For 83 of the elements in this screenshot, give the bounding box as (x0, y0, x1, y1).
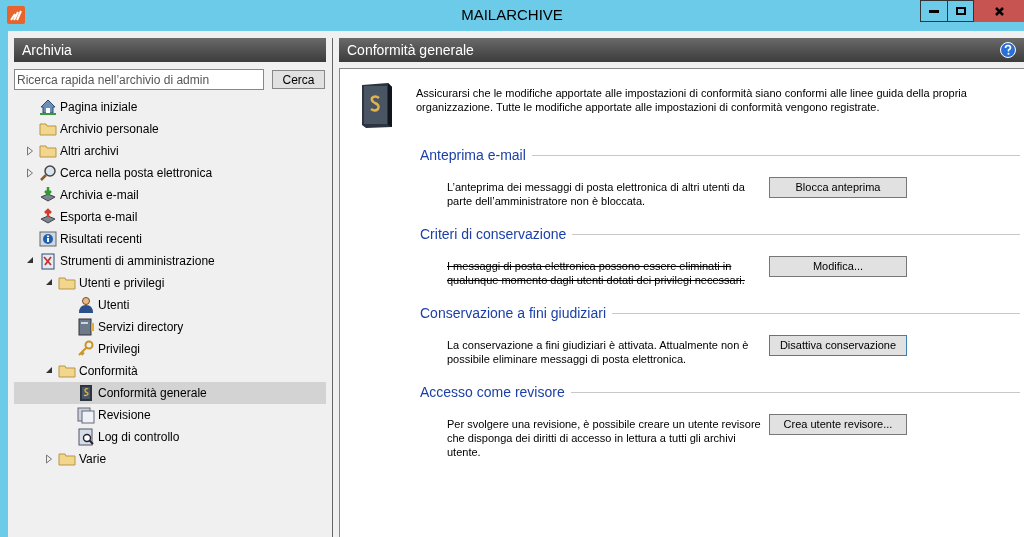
folder-icon (39, 120, 57, 138)
info-icon (39, 230, 57, 248)
inbox-up-arrow-icon (39, 208, 57, 226)
action-button[interactable]: Disattiva conservazione (769, 335, 907, 356)
section-heading: Accesso come revisore (420, 383, 565, 402)
tree-item-label: Archivia e-mail (60, 187, 139, 204)
inbox-down-arrow-icon (39, 186, 57, 204)
tree-item-label: Revisione (98, 407, 151, 424)
tree-item-label: Conformità generale (98, 385, 207, 402)
folder-icon (58, 274, 76, 292)
tree-item-label: Servizi directory (98, 319, 184, 336)
tree-item[interactable]: Privilegi (14, 338, 326, 360)
key-icon (77, 340, 95, 358)
intro-text: Assicurarsi che le modifiche apportate alle impostazioni di conformità siano conformi alle linee guida della propria organizzazione. Tutte le modifiche apportate alle impostazioni di conformità vengono registrate. (416, 86, 968, 115)
collapse-icon[interactable] (26, 256, 34, 264)
section-description: L’anteprima dei messaggi di posta elettronica di altri utenti da parte dell’amministratore non è bloccata. (447, 180, 746, 208)
tree-item-label: Pagina iniziale (60, 99, 138, 116)
expand-icon[interactable] (26, 146, 34, 156)
help-icon[interactable] (1000, 42, 1016, 58)
tree-item-label: Varie (79, 451, 107, 468)
action-button[interactable]: Modifica... (769, 256, 907, 277)
panel-title: Conformità generale (347, 40, 474, 60)
tree-item-label: Conformità (79, 363, 138, 380)
user-icon (77, 296, 95, 314)
section-description: I messaggi di posta elettronica possono essere eliminati in qualunque momento dagli utenti dotati dei privilegi necessari. (447, 259, 746, 287)
section-description: Per svolgere una revisione, è possibile creare un utente revisore che disponga dei diritti di accesso in lettura a tutti gli archivi utente. (447, 417, 762, 459)
tree-item-label: Utenti (98, 297, 130, 314)
tree-item[interactable]: Varie (14, 448, 326, 470)
close-icon (994, 6, 1004, 16)
app-logo-icon (7, 6, 25, 24)
tree-item[interactable]: Archivio personale (14, 118, 326, 140)
folder-icon (58, 362, 76, 380)
tree-item-label: Strumenti di amministrazione (60, 253, 215, 270)
section-heading: Conservazione a fini giudiziari (420, 304, 606, 323)
tree-item[interactable]: Archivia e-mail (14, 184, 326, 206)
tree-item[interactable]: Esporta e-mail (14, 206, 326, 228)
action-button[interactable]: Crea utente revisore... (769, 414, 907, 435)
expand-icon[interactable] (26, 168, 34, 178)
window-title: MAILARCHIVE (461, 5, 563, 26)
law-book-icon (77, 384, 95, 402)
tree-item[interactable]: Utenti (14, 294, 326, 316)
section-description: La conservazione a fini giudiziari è attivata. Attualmente non è possibile eliminare messaggi di posta elettronica. (447, 338, 750, 366)
minimize-icon (929, 9, 939, 13)
tree-item-label: Archivio personale (60, 121, 159, 138)
tree-item[interactable]: Conformità (14, 360, 326, 382)
tree-item-label: Altri archivi (60, 143, 119, 160)
tree-item[interactable]: Revisione (14, 404, 326, 426)
server-book-icon (77, 318, 95, 336)
minimize-button[interactable] (920, 0, 948, 22)
expand-icon[interactable] (45, 454, 53, 464)
maximize-icon (955, 7, 966, 15)
tree-item-label: Utenti e privilegi (79, 275, 165, 292)
tree-item[interactable]: Risultati recenti (14, 228, 326, 250)
tree-item-label: Cerca nella posta elettronica (60, 165, 213, 182)
maximize-button[interactable] (948, 0, 974, 22)
tree-item[interactable]: Cerca nella posta elettronica (14, 162, 326, 184)
section-heading: Anteprima e-mail (420, 146, 526, 165)
collapse-icon[interactable] (45, 366, 53, 374)
tree-item[interactable]: Strumenti di amministrazione (14, 250, 326, 272)
folder-icon (39, 142, 57, 160)
tree-item-label: Log di controllo (98, 429, 180, 446)
folder-icon (58, 450, 76, 468)
collapse-icon[interactable] (45, 278, 53, 286)
tree-item[interactable]: Log di controllo (14, 426, 326, 448)
close-button[interactable] (974, 0, 1024, 22)
tree-item[interactable]: Pagina iniziale (14, 96, 326, 118)
section-heading: Criteri di conservazione (420, 225, 567, 244)
tree-item[interactable]: Servizi directory (14, 316, 326, 338)
tree-item[interactable]: Conformità generale (14, 382, 326, 404)
search-button[interactable]: Cerca (272, 70, 325, 89)
search-icon (39, 164, 57, 182)
tree-item-label: Esporta e-mail (60, 209, 138, 226)
action-button[interactable]: Blocca anteprima (769, 177, 907, 198)
document-stack-icon (77, 406, 95, 424)
house-icon (39, 98, 57, 116)
tree-item[interactable]: Altri archivi (14, 140, 326, 162)
tree-item-label: Risultati recenti (60, 231, 143, 248)
panel-header: Archivia (14, 38, 326, 62)
search-field[interactable]: Ricerca rapida nell’archivio di admin (14, 69, 264, 90)
log-search-icon (77, 428, 95, 446)
tree-item-label: Privilegi (98, 341, 140, 358)
tree-item[interactable]: Utenti e privilegi (14, 272, 326, 294)
clipboard-tools-icon (39, 252, 57, 270)
